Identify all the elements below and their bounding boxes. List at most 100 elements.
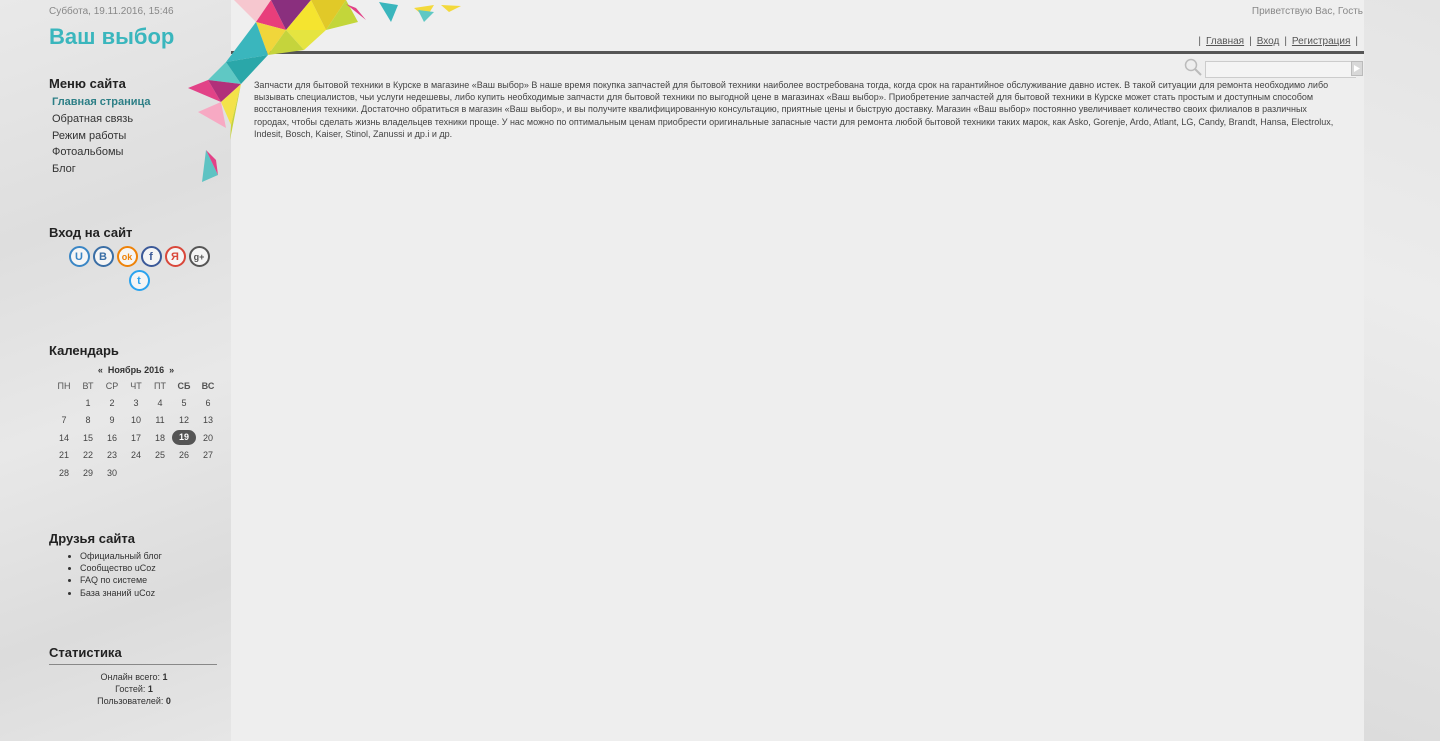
friend-link-official-blog[interactable]: Официальный блог <box>80 550 162 562</box>
menu-item-schedule[interactable]: Режим работы <box>52 128 151 145</box>
friends-heading: Друзья сайта <box>49 531 135 546</box>
calendar-day[interactable]: 21 <box>52 447 76 464</box>
calendar-empty-cell <box>52 394 76 411</box>
calendar-day[interactable]: 17 <box>124 429 148 446</box>
calendar-day[interactable]: 14 <box>52 429 76 446</box>
calendar-day[interactable]: 9 <box>100 412 124 429</box>
twitter-icon[interactable]: t <box>128 270 150 291</box>
calendar-today[interactable]: 19 <box>172 430 196 446</box>
search-icon <box>1184 58 1202 76</box>
nav-separator: | <box>1249 36 1252 47</box>
calendar-day[interactable]: 13 <box>196 412 220 429</box>
social-login-buttons: U B ok f Я g+ t <box>59 246 219 291</box>
stats-online-value: 1 <box>162 672 168 682</box>
calendar-empty-cell <box>172 464 196 481</box>
friend-link-knowledge-base[interactable]: База знаний uCoz <box>80 587 162 599</box>
calendar-day[interactable]: 15 <box>76 429 100 446</box>
search-input[interactable] <box>1205 61 1356 78</box>
site-title[interactable]: Ваш выбор <box>49 24 174 50</box>
main-article-text: Запчасти для бытовой техники в Курске в … <box>254 80 1334 139</box>
calendar-day[interactable]: 7 <box>52 412 76 429</box>
calendar-day[interactable]: 4 <box>148 394 172 411</box>
calendar-day[interactable]: 12 <box>172 412 196 429</box>
friend-link-faq[interactable]: FAQ по системе <box>80 574 162 586</box>
stats-online: Онлайн всего: 1 <box>49 671 219 683</box>
calendar-day[interactable]: 2 <box>100 394 124 411</box>
weekday-label: ПН <box>57 380 71 391</box>
calendar-day[interactable]: 26 <box>172 447 196 464</box>
site-menu: Главная страница Обратная связь Режим ра… <box>52 94 151 178</box>
calendar-empty-cell <box>196 464 220 481</box>
calendar-day[interactable]: 28 <box>52 464 76 481</box>
calendar-day[interactable]: 11 <box>148 412 172 429</box>
weekday-label: ВС <box>201 380 215 391</box>
stats-online-label: Онлайн всего: <box>100 672 160 682</box>
calendar-day[interactable]: 8 <box>76 412 100 429</box>
calendar: « Ноябрь 2016 » ПН ВТ СР ЧТ ПТ СБ ВС 123… <box>52 363 220 481</box>
stats-guests-label: Гостей: <box>115 684 146 695</box>
menu-heading: Меню сайта <box>49 76 126 91</box>
calendar-day[interactable]: 25 <box>148 447 172 464</box>
menu-item-home[interactable]: Главная страница <box>52 94 151 111</box>
weekday-label: ЧТ <box>130 380 142 391</box>
login-heading: Вход на сайт <box>49 225 133 240</box>
calendar-week: 21 22 23 24 25 26 27 <box>52 447 220 464</box>
calendar-heading: Календарь <box>49 343 119 358</box>
calendar-day[interactable]: 10 <box>124 412 148 429</box>
calendar-day[interactable]: 6 <box>196 394 220 411</box>
nav-separator: | <box>1284 36 1287 47</box>
calendar-next-button[interactable]: » <box>169 365 174 375</box>
nav-separator: | <box>1198 36 1202 47</box>
calendar-day[interactable]: 19 <box>172 429 196 446</box>
calendar-day[interactable]: 18 <box>148 429 172 446</box>
calendar-day[interactable]: 3 <box>124 394 148 411</box>
search-button[interactable] <box>1351 61 1363 76</box>
calendar-day[interactable]: 16 <box>100 429 124 446</box>
stats-users-value: 0 <box>165 696 171 707</box>
odnoklassniki-icon[interactable]: ok <box>116 246 138 267</box>
calendar-prev-button[interactable]: « <box>98 365 103 375</box>
calendar-day[interactable]: 30 <box>100 464 124 481</box>
menu-item-blog[interactable]: Блог <box>52 161 151 178</box>
nav-home-link[interactable]: Главная <box>1206 36 1244 47</box>
right-background <box>1364 0 1440 741</box>
calendar-day[interactable]: 20 <box>196 429 220 446</box>
weekday-label: ВТ <box>82 380 94 391</box>
nav-register-link[interactable]: Регистрация <box>1292 36 1350 47</box>
menu-item-feedback[interactable]: Обратная связь <box>52 111 151 128</box>
calendar-empty-cell <box>124 464 148 481</box>
stats-block: Онлайн всего: 1 Гостей: 1 Пользователей:… <box>49 671 219 708</box>
calendar-day[interactable]: 1 <box>76 394 100 411</box>
calendar-day[interactable]: 29 <box>76 464 100 481</box>
yandex-icon[interactable]: Я <box>164 246 186 267</box>
date-time: Суббота, 19.11.2016, 15:46 <box>49 6 174 17</box>
ucoz-icon[interactable]: U <box>68 246 90 267</box>
calendar-day[interactable]: 27 <box>196 447 220 464</box>
nav-login-link[interactable]: Вход <box>1257 36 1280 47</box>
calendar-header: « Ноябрь 2016 » <box>52 363 220 377</box>
calendar-day[interactable]: 5 <box>172 394 196 411</box>
google-plus-icon[interactable]: g+ <box>188 246 210 267</box>
calendar-day[interactable]: 22 <box>76 447 100 464</box>
calendar-week: 28 29 30 <box>52 464 220 481</box>
calendar-day[interactable]: 24 <box>124 447 148 464</box>
calendar-day[interactable]: 23 <box>100 447 124 464</box>
friend-link-ucoz-community[interactable]: Сообщество uCoz <box>80 562 162 574</box>
facebook-icon[interactable]: f <box>140 246 162 267</box>
vk-icon[interactable]: B <box>92 246 114 267</box>
stats-heading: Статистика <box>49 645 122 660</box>
friends-list: Официальный блог Сообщество uCoz FAQ по … <box>62 550 162 599</box>
calendar-week: 7 8 9 10 11 12 13 <box>52 412 220 429</box>
weekday-label: СР <box>105 380 119 391</box>
calendar-week: 123456 <box>52 394 220 411</box>
stats-divider <box>49 664 217 665</box>
weekday-label: ПТ <box>154 380 166 391</box>
stats-guests: Гостей: 1 <box>49 683 219 695</box>
stats-users: Пользователей: 0 <box>49 695 219 707</box>
menu-item-photo-albums[interactable]: Фотоальбомы <box>52 144 151 161</box>
calendar-empty-cell <box>148 464 172 481</box>
calendar-month[interactable]: Ноябрь 2016 <box>108 365 164 375</box>
calendar-grid: ПН ВТ СР ЧТ ПТ СБ ВС 1 2 3 4 5 6 7 8 9 10 11 12 13 14… <box>52 377 220 481</box>
nav-separator: | <box>1355 36 1358 47</box>
weekday-label: СБ <box>177 380 191 391</box>
